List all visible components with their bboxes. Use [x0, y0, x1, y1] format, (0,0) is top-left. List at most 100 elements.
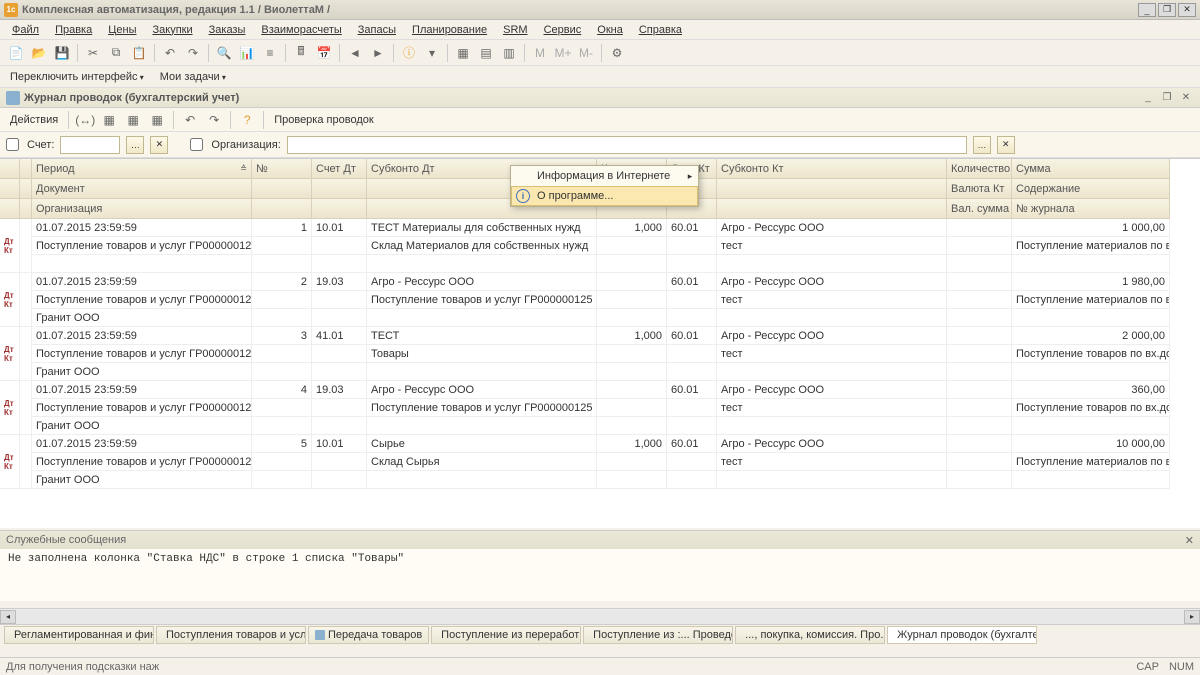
table-cell[interactable]: Гранит ООО: [32, 309, 252, 327]
table-cell[interactable]: Поступление товаров и услуг ГР000000125 …: [32, 345, 252, 363]
horizontal-scrollbar[interactable]: ◂ ▸: [0, 608, 1200, 624]
tab-item[interactable]: Передача товаров: [308, 626, 429, 644]
refresh-icon[interactable]: (↔): [75, 110, 95, 130]
my-tasks-button[interactable]: Мои задачи: [156, 69, 230, 85]
table-cell[interactable]: 60.01: [667, 327, 717, 345]
table-cell[interactable]: тест: [717, 237, 947, 255]
menu-help[interactable]: Справка: [633, 22, 688, 38]
table-cell[interactable]: Поступление товаров и услуг ГР000000125 …: [32, 399, 252, 417]
table-cell[interactable]: 60.01: [667, 435, 717, 453]
table-cell[interactable]: [1012, 363, 1170, 381]
column-header[interactable]: [0, 179, 20, 199]
table-cell[interactable]: [947, 363, 1012, 381]
table-cell[interactable]: 1 980,00: [1012, 273, 1170, 291]
table-cell[interactable]: [367, 471, 597, 489]
column-header[interactable]: [0, 159, 20, 179]
table-cell[interactable]: [597, 237, 667, 255]
table-cell[interactable]: Гранит ООО: [32, 417, 252, 435]
actions-menu[interactable]: Действия: [6, 112, 62, 128]
table-cell[interactable]: 01.07.2015 23:59:59: [32, 273, 252, 291]
column-header[interactable]: № журнала: [1012, 199, 1170, 219]
tab-item[interactable]: Поступление из переработки: [431, 626, 581, 644]
chart-icon[interactable]: 📊: [237, 43, 257, 63]
switch-interface-button[interactable]: Переключить интерфейс: [6, 69, 148, 85]
table-cell[interactable]: [312, 345, 367, 363]
table-cell[interactable]: ТЕСТ Материалы для собственных нужд: [367, 219, 597, 237]
table-cell[interactable]: [667, 471, 717, 489]
tab-item[interactable]: Поступления товаров и услуг: [156, 626, 306, 644]
table-cell[interactable]: 60.01: [667, 381, 717, 399]
table-cell[interactable]: [597, 453, 667, 471]
table-cell[interactable]: [947, 435, 1012, 453]
table-cell[interactable]: [312, 399, 367, 417]
table-cell[interactable]: [312, 453, 367, 471]
table-cell[interactable]: [252, 309, 312, 327]
table-cell[interactable]: 1,000: [597, 435, 667, 453]
table-cell[interactable]: 1,000: [597, 327, 667, 345]
table-cell[interactable]: ТЕСТ: [367, 327, 597, 345]
tab-item[interactable]: Журнал проводок (бухгалте...: [887, 626, 1037, 644]
table-cell[interactable]: [312, 471, 367, 489]
menu-service[interactable]: Сервис: [538, 22, 588, 38]
table-cell[interactable]: 5: [252, 435, 312, 453]
table-cell[interactable]: 3: [252, 327, 312, 345]
column-header[interactable]: Субконто Кт: [717, 159, 947, 179]
settings-icon[interactable]: ⚙: [607, 43, 627, 63]
table-cell[interactable]: тест: [717, 291, 947, 309]
table-cell[interactable]: Поступление товаров по вх.до...: [1012, 345, 1170, 363]
table-cell[interactable]: [717, 363, 947, 381]
column-header[interactable]: Вал. сумма ...: [947, 199, 1012, 219]
column-header[interactable]: Количество ...: [947, 159, 1012, 179]
column-header[interactable]: Организация: [32, 199, 252, 219]
table-cell[interactable]: тест: [717, 399, 947, 417]
table-cell[interactable]: тест: [717, 345, 947, 363]
back-icon[interactable]: ◄: [345, 43, 365, 63]
table-cell[interactable]: [252, 471, 312, 489]
table-cell[interactable]: [597, 417, 667, 435]
table-cell[interactable]: [1012, 417, 1170, 435]
table-cell[interactable]: 360,00: [1012, 381, 1170, 399]
table-cell[interactable]: Агро - Рессурс ООО: [367, 381, 597, 399]
table-cell[interactable]: [252, 345, 312, 363]
table-cell[interactable]: [947, 273, 1012, 291]
panel-minimize-button[interactable]: _: [1140, 91, 1156, 105]
table-cell[interactable]: [367, 309, 597, 327]
m-icon[interactable]: M: [530, 43, 550, 63]
column-header[interactable]: Сумма: [1012, 159, 1170, 179]
table-cell[interactable]: [667, 453, 717, 471]
table-cell[interactable]: [252, 237, 312, 255]
messages-close-button[interactable]: ✕: [1185, 534, 1194, 547]
account-clear-button[interactable]: ✕: [150, 136, 168, 154]
table-cell[interactable]: Агро - Рессурс ООО: [717, 219, 947, 237]
table-cell[interactable]: [947, 237, 1012, 255]
table-cell[interactable]: 41.01: [312, 327, 367, 345]
column-header[interactable]: Валюта Кт: [947, 179, 1012, 199]
table-cell[interactable]: [252, 255, 312, 273]
table-cell[interactable]: Поступление товаров и услуг ГР000000125 …: [32, 453, 252, 471]
table-cell[interactable]: 10.01: [312, 435, 367, 453]
menu-stock[interactable]: Запасы: [352, 22, 402, 38]
scroll-right-button[interactable]: ▸: [1184, 610, 1200, 624]
table-cell[interactable]: Агро - Рессурс ООО: [717, 435, 947, 453]
ctx-about[interactable]: i О программе...: [511, 186, 698, 206]
org-select-button[interactable]: …: [973, 136, 991, 154]
undo-icon[interactable]: ↶: [160, 43, 180, 63]
column-header[interactable]: [20, 199, 32, 219]
table-cell[interactable]: [252, 417, 312, 435]
table-cell[interactable]: [947, 309, 1012, 327]
table-cell[interactable]: Поступление товаров и услуг ГР000000125 …: [32, 237, 252, 255]
table-cell[interactable]: Склад Сырья: [367, 453, 597, 471]
table-cell[interactable]: Склад Материалов для собственных нужд: [367, 237, 597, 255]
table-cell[interactable]: [597, 381, 667, 399]
maximize-button[interactable]: ❐: [1158, 3, 1176, 17]
table-cell[interactable]: [667, 237, 717, 255]
menu-settlements[interactable]: Взаиморасчеты: [255, 22, 347, 38]
menu-file[interactable]: Файл: [6, 22, 45, 38]
table-cell[interactable]: 2 000,00: [1012, 327, 1170, 345]
table-cell[interactable]: [252, 453, 312, 471]
table-cell[interactable]: [597, 363, 667, 381]
table-cell[interactable]: [367, 363, 597, 381]
m-minus-icon[interactable]: M-: [576, 43, 596, 63]
menu-windows[interactable]: Окна: [591, 22, 629, 38]
table-cell[interactable]: [597, 309, 667, 327]
